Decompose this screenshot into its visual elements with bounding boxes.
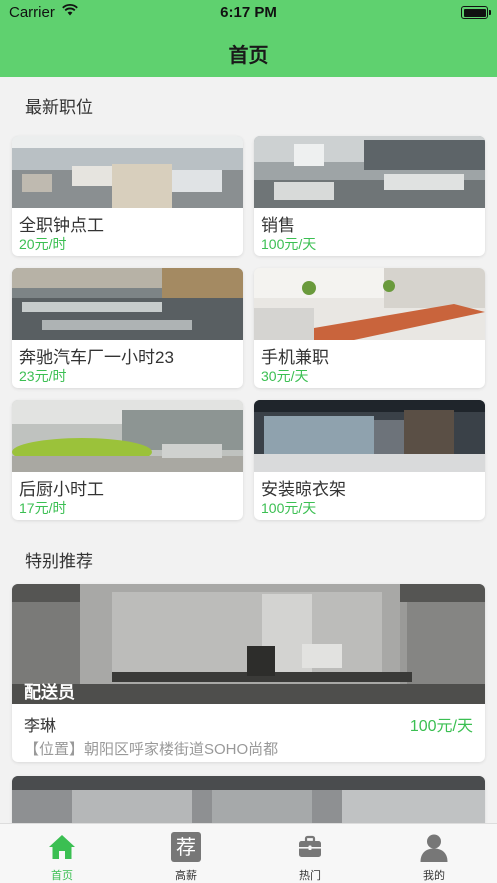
status-bar: Carrier 6:17 PM (0, 0, 497, 24)
job-price: 20元/时 (19, 236, 67, 252)
job-card[interactable]: 安装晾衣架 100元/天 (254, 400, 485, 520)
job-price: 100元/天 (261, 236, 317, 252)
page-title: 首页 (228, 45, 269, 67)
user-icon (420, 834, 448, 862)
battery-icon (461, 6, 491, 19)
section-title-featured: 特别推荐 (25, 552, 93, 571)
recommend-icon: 荐 (171, 832, 201, 862)
job-name: 销售 (261, 216, 295, 235)
section-title-latest: 最新职位 (25, 98, 93, 117)
featured-role: 配送员 (24, 683, 75, 702)
job-card[interactable]: 全职钟点工 20元/时 (12, 136, 243, 256)
job-name: 安装晾衣架 (261, 480, 346, 499)
job-price: 30元/天 (261, 368, 309, 384)
job-card[interactable]: 手机兼职 30元/天 (254, 268, 485, 388)
job-name: 后厨小时工 (19, 480, 104, 499)
tab-label: 我的 (423, 870, 445, 882)
tab-label: 高薪 (175, 870, 197, 882)
job-price: 100元/天 (261, 500, 317, 516)
featured-wage: 100元/天 (409, 718, 473, 735)
featured-card[interactable] (12, 776, 485, 823)
job-name: 手机兼职 (261, 348, 329, 367)
featured-image (12, 776, 485, 823)
job-card[interactable]: 后厨小时工 17元/时 (12, 400, 243, 520)
job-thumbnail (12, 136, 243, 208)
job-name: 全职钟点工 (19, 216, 104, 235)
featured-person: 李琳 (24, 718, 57, 735)
tab-mine[interactable]: 我的 (372, 824, 496, 883)
tab-high-salary[interactable]: 荐 高薪 (124, 824, 248, 883)
tab-label: 首页 (51, 870, 73, 882)
briefcase-icon (299, 835, 321, 857)
job-thumbnail (12, 268, 243, 340)
featured-image (12, 584, 485, 704)
featured-location: 【位置】朝阳区呼家楼街道SOHO尚都 (24, 741, 279, 758)
job-card[interactable]: 销售 100元/天 (254, 136, 485, 256)
job-card[interactable]: 奔驰汽车厂一小时23 23元/时 (12, 268, 243, 388)
job-thumbnail (254, 136, 485, 208)
tab-hot[interactable]: 热门 (248, 824, 372, 883)
job-price: 17元/时 (19, 500, 67, 516)
job-price: 23元/时 (19, 368, 67, 384)
nav-bar: 首页 (0, 24, 497, 77)
status-time: 6:17 PM (220, 4, 277, 21)
home-icon (49, 835, 75, 859)
job-thumbnail (254, 268, 485, 340)
main-content[interactable]: 最新职位 全职钟点工 20元/时 销售 100元/天 奔驰汽车厂一小时23 23… (0, 77, 497, 823)
tab-label: 热门 (299, 870, 321, 882)
tab-bar: 首页 荐 高薪 热门 我的 (0, 823, 497, 883)
job-name: 奔驰汽车厂一小时23 (19, 348, 174, 367)
tab-home[interactable]: 首页 (0, 824, 124, 883)
job-thumbnail (12, 400, 243, 472)
featured-card[interactable]: 配送员 李琳 100元/天 【位置】朝阳区呼家楼街道SOHO尚都 (12, 584, 485, 762)
job-thumbnail (254, 400, 485, 472)
